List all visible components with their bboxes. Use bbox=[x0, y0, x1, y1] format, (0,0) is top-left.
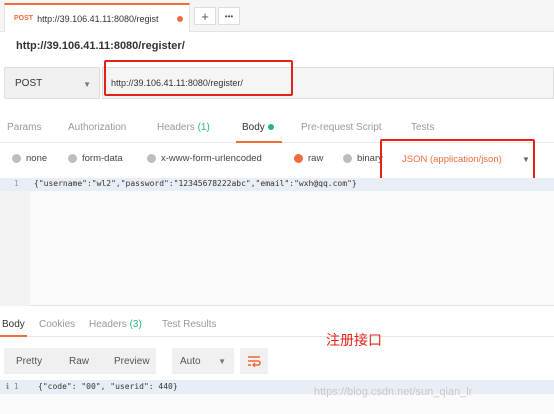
tab-params[interactable]: Params bbox=[7, 122, 41, 133]
method-select[interactable]: POST ▼ bbox=[4, 67, 100, 99]
tab-bar: POST http://39.106.41.11:8080/regist + •… bbox=[0, 0, 554, 32]
method-label: POST bbox=[15, 77, 43, 89]
option-raw-label: raw bbox=[308, 153, 324, 164]
editor-gutter bbox=[0, 178, 30, 306]
wrap-icon bbox=[248, 356, 261, 367]
ellipsis-icon: ••• bbox=[224, 11, 234, 21]
tab-headers[interactable]: Headers (1) bbox=[157, 122, 210, 133]
tab-authorization[interactable]: Authorization bbox=[68, 122, 126, 133]
chevron-down-icon: ▼ bbox=[83, 80, 91, 89]
line-number: 1 bbox=[14, 179, 19, 188]
preview-button[interactable]: Preview bbox=[114, 356, 150, 367]
new-tab-button[interactable]: + bbox=[194, 7, 216, 25]
request-body-code: {"username":"wl2","password":"1234567822… bbox=[34, 179, 357, 188]
request-tab[interactable]: POST http://39.106.41.11:8080/regist bbox=[4, 3, 190, 32]
more-tabs-button[interactable]: ••• bbox=[218, 7, 240, 25]
request-body-editor[interactable]: 1 {"username":"wl2","password":"12345678… bbox=[0, 178, 554, 306]
option-urlencoded-label: x-www-form-urlencoded bbox=[161, 153, 262, 164]
watermark: https://blog.csdn.net/sun_qian_lr bbox=[314, 386, 473, 398]
request-title: http://39.106.41.11:8080/register/ bbox=[16, 40, 185, 52]
option-form-data-label: form-data bbox=[82, 153, 123, 164]
radio-icon bbox=[147, 154, 156, 163]
body-indicator-icon bbox=[267, 124, 274, 131]
radio-icon bbox=[343, 154, 352, 163]
resp-tab-headers-label: Headers bbox=[89, 319, 127, 330]
tab-prerequest-script[interactable]: Pre-request Script bbox=[301, 122, 382, 133]
option-none-label: none bbox=[26, 153, 48, 164]
resp-tab-cookies[interactable]: Cookies bbox=[39, 319, 75, 330]
tab-body[interactable]: Body bbox=[242, 122, 274, 133]
unsaved-dot-icon bbox=[177, 15, 184, 22]
pretty-button[interactable]: Pretty bbox=[16, 356, 42, 367]
language-label: Auto bbox=[180, 355, 201, 367]
format-group: Pretty Raw Preview bbox=[4, 348, 156, 374]
tab-headers-label: Headers bbox=[157, 122, 195, 133]
tab-body-label: Body bbox=[242, 122, 265, 133]
option-binary[interactable]: binary bbox=[343, 153, 383, 164]
radio-icon bbox=[68, 154, 77, 163]
tab-tests[interactable]: Tests bbox=[411, 122, 434, 133]
headers-count: (1) bbox=[197, 122, 210, 133]
chevron-down-icon: ▼ bbox=[218, 357, 226, 366]
option-raw[interactable]: raw bbox=[294, 153, 323, 164]
response-line-number: ℹ 1 bbox=[6, 382, 19, 391]
radio-icon bbox=[12, 154, 21, 163]
option-binary-label: binary bbox=[357, 153, 383, 164]
option-none[interactable]: none bbox=[12, 153, 47, 164]
resp-tab-body[interactable]: Body bbox=[2, 319, 25, 330]
content-type-highlight-box bbox=[380, 139, 535, 181]
response-code: {"code": "00", "userid": 440} bbox=[38, 382, 178, 391]
tab-url: http://39.106.41.11:8080/regist bbox=[37, 13, 159, 24]
option-form-data[interactable]: form-data bbox=[68, 153, 123, 164]
resp-headers-count: (3) bbox=[129, 319, 142, 330]
resp-tab-test-results[interactable]: Test Results bbox=[162, 319, 216, 330]
resp-tab-headers[interactable]: Headers (3) bbox=[89, 319, 142, 330]
response-toolbar: Pretty Raw Preview Auto ▼ bbox=[0, 346, 554, 376]
plus-icon: + bbox=[201, 8, 209, 24]
radio-selected-icon bbox=[294, 154, 303, 163]
wrap-lines-button[interactable] bbox=[240, 348, 268, 374]
active-tab-underline bbox=[0, 335, 27, 337]
option-urlencoded[interactable]: x-www-form-urlencoded bbox=[147, 153, 262, 164]
tab-method: POST bbox=[14, 15, 34, 22]
active-tab-underline bbox=[236, 141, 282, 143]
language-select[interactable]: Auto ▼ bbox=[172, 348, 234, 374]
response-line-number-value: 1 bbox=[13, 382, 19, 391]
raw-button[interactable]: Raw bbox=[69, 356, 89, 367]
response-tabs: Body Cookies Headers (3) Test Results bbox=[0, 315, 554, 337]
url-highlight-box bbox=[104, 60, 293, 96]
